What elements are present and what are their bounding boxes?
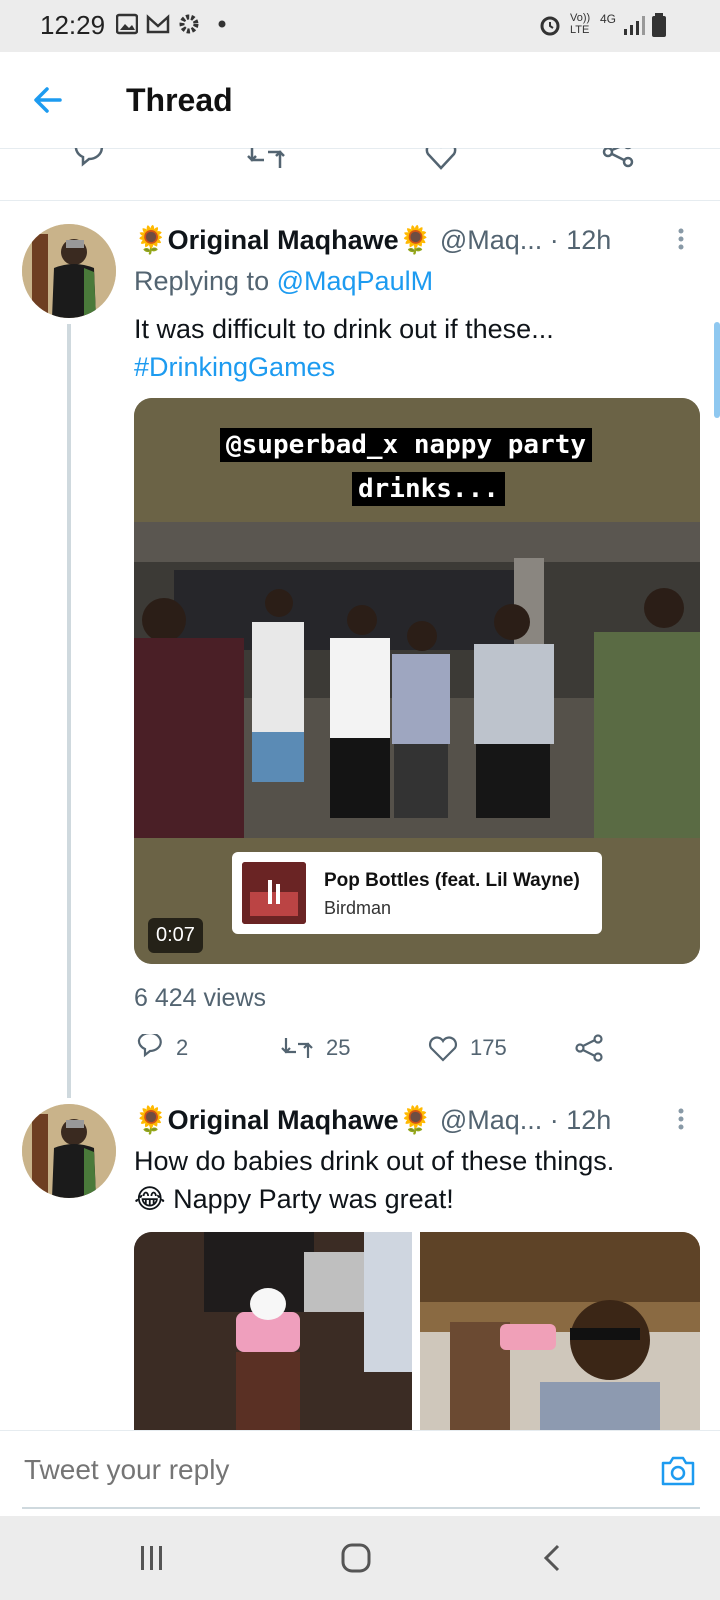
- tweet-body: It was difficult to drink out if these..…: [134, 314, 554, 344]
- retweet-count: 25: [326, 1035, 351, 1061]
- battery-icon: [652, 13, 666, 37]
- share-icon: [575, 1034, 603, 1062]
- thread-header: Thread: [0, 52, 720, 149]
- display-name[interactable]: Original Maqhawe: [168, 225, 399, 255]
- clock: 12:29: [40, 10, 106, 40]
- like-count: 175: [470, 1035, 507, 1061]
- reply-button[interactable]: 2: [136, 1032, 189, 1062]
- sunflower-icon: 🌻: [134, 1105, 168, 1135]
- hashtag-link[interactable]: #DrinkingGames: [134, 348, 694, 386]
- like-button[interactable]: 175: [428, 1034, 507, 1062]
- retweet-icon: [281, 1038, 313, 1059]
- reply-input[interactable]: [22, 1453, 626, 1487]
- album-art: [242, 862, 306, 924]
- display-name[interactable]: Original Maqhawe: [168, 1105, 399, 1135]
- page-title: Thread: [126, 82, 233, 118]
- status-bar: 12:29 Vo)) LTE 4G: [0, 0, 720, 52]
- retweet-button[interactable]: 25: [280, 1034, 350, 1062]
- like-icon[interactable]: [424, 148, 458, 172]
- back-icon[interactable]: [540, 1542, 564, 1574]
- video-caption-line2: drinks...: [352, 472, 505, 506]
- retweet-icon[interactable]: [246, 148, 286, 172]
- music-sticker: Pop Bottles (feat. Lil Wayne) Birdman: [232, 852, 602, 934]
- tweet-time: · 12h: [549, 225, 612, 255]
- camera-icon[interactable]: [660, 1455, 696, 1487]
- share-icon[interactable]: [600, 148, 636, 174]
- tweet-body-line2: 😂 Nappy Party was great!: [134, 1180, 704, 1218]
- replying-to: Replying to @MaqPaulM: [134, 266, 433, 297]
- back-arrow-icon[interactable]: [30, 82, 66, 118]
- tweet-image[interactable]: [134, 1232, 412, 1432]
- reply-icon[interactable]: [72, 148, 106, 172]
- song-title: Pop Bottles (feat. Lil Wayne): [324, 870, 580, 891]
- user-handle[interactable]: @Maq...: [440, 225, 542, 255]
- avatar[interactable]: [22, 224, 116, 318]
- more-options-icon[interactable]: [676, 1106, 686, 1136]
- song-artist: Birdman: [324, 898, 392, 918]
- image-icon: [116, 13, 138, 35]
- alarm-icon: [540, 16, 560, 36]
- like-icon: [428, 1036, 458, 1062]
- network-type: 4G: [600, 12, 617, 26]
- gear-icon: [179, 14, 199, 34]
- gmail-icon: [146, 14, 170, 34]
- tweet-image[interactable]: [420, 1232, 700, 1432]
- share-button[interactable]: [574, 1034, 604, 1062]
- home-icon[interactable]: [340, 1542, 372, 1574]
- more-options-icon[interactable]: [676, 226, 686, 256]
- signal-icon: [624, 16, 645, 35]
- mention-link[interactable]: @MaqPaulM: [277, 266, 433, 296]
- laughing-emoji-icon: 😂: [134, 1184, 166, 1214]
- dot-icon: [218, 20, 226, 28]
- video-duration: 0:07: [148, 918, 203, 953]
- reply-composer: [0, 1430, 720, 1517]
- input-underline: [22, 1507, 700, 1509]
- tweet-body-continued: Nappy Party was great!: [173, 1184, 454, 1214]
- view-count: 6 424 views: [134, 984, 267, 1012]
- previous-tweet-actions: [0, 148, 720, 201]
- sunflower-icon: 🌻: [398, 225, 433, 255]
- recent-apps-icon[interactable]: [138, 1544, 166, 1572]
- avatar[interactable]: [22, 1104, 116, 1198]
- replying-label: Replying to: [134, 266, 270, 296]
- navigation-bar: [0, 1516, 720, 1600]
- tweet-text: It was difficult to drink out if these..…: [134, 310, 694, 386]
- video-caption-line1: @superbad_x nappy party: [220, 428, 593, 462]
- user-handle[interactable]: @Maq...: [440, 1105, 542, 1135]
- scrollbar[interactable]: [714, 322, 720, 418]
- volte-indicator: Vo)) LTE: [570, 12, 591, 36]
- reply-icon: [137, 1032, 162, 1058]
- tweet-body: How do babies drink out of these things.: [134, 1146, 615, 1176]
- sunflower-icon: 🌻: [398, 1105, 433, 1135]
- tweet-text: How do babies drink out of these things.…: [134, 1142, 704, 1218]
- tweet-time: · 12h: [549, 1105, 612, 1135]
- reply-count: 2: [176, 1035, 189, 1061]
- thread-line: [67, 324, 71, 1098]
- sunflower-icon: 🌻: [134, 225, 168, 255]
